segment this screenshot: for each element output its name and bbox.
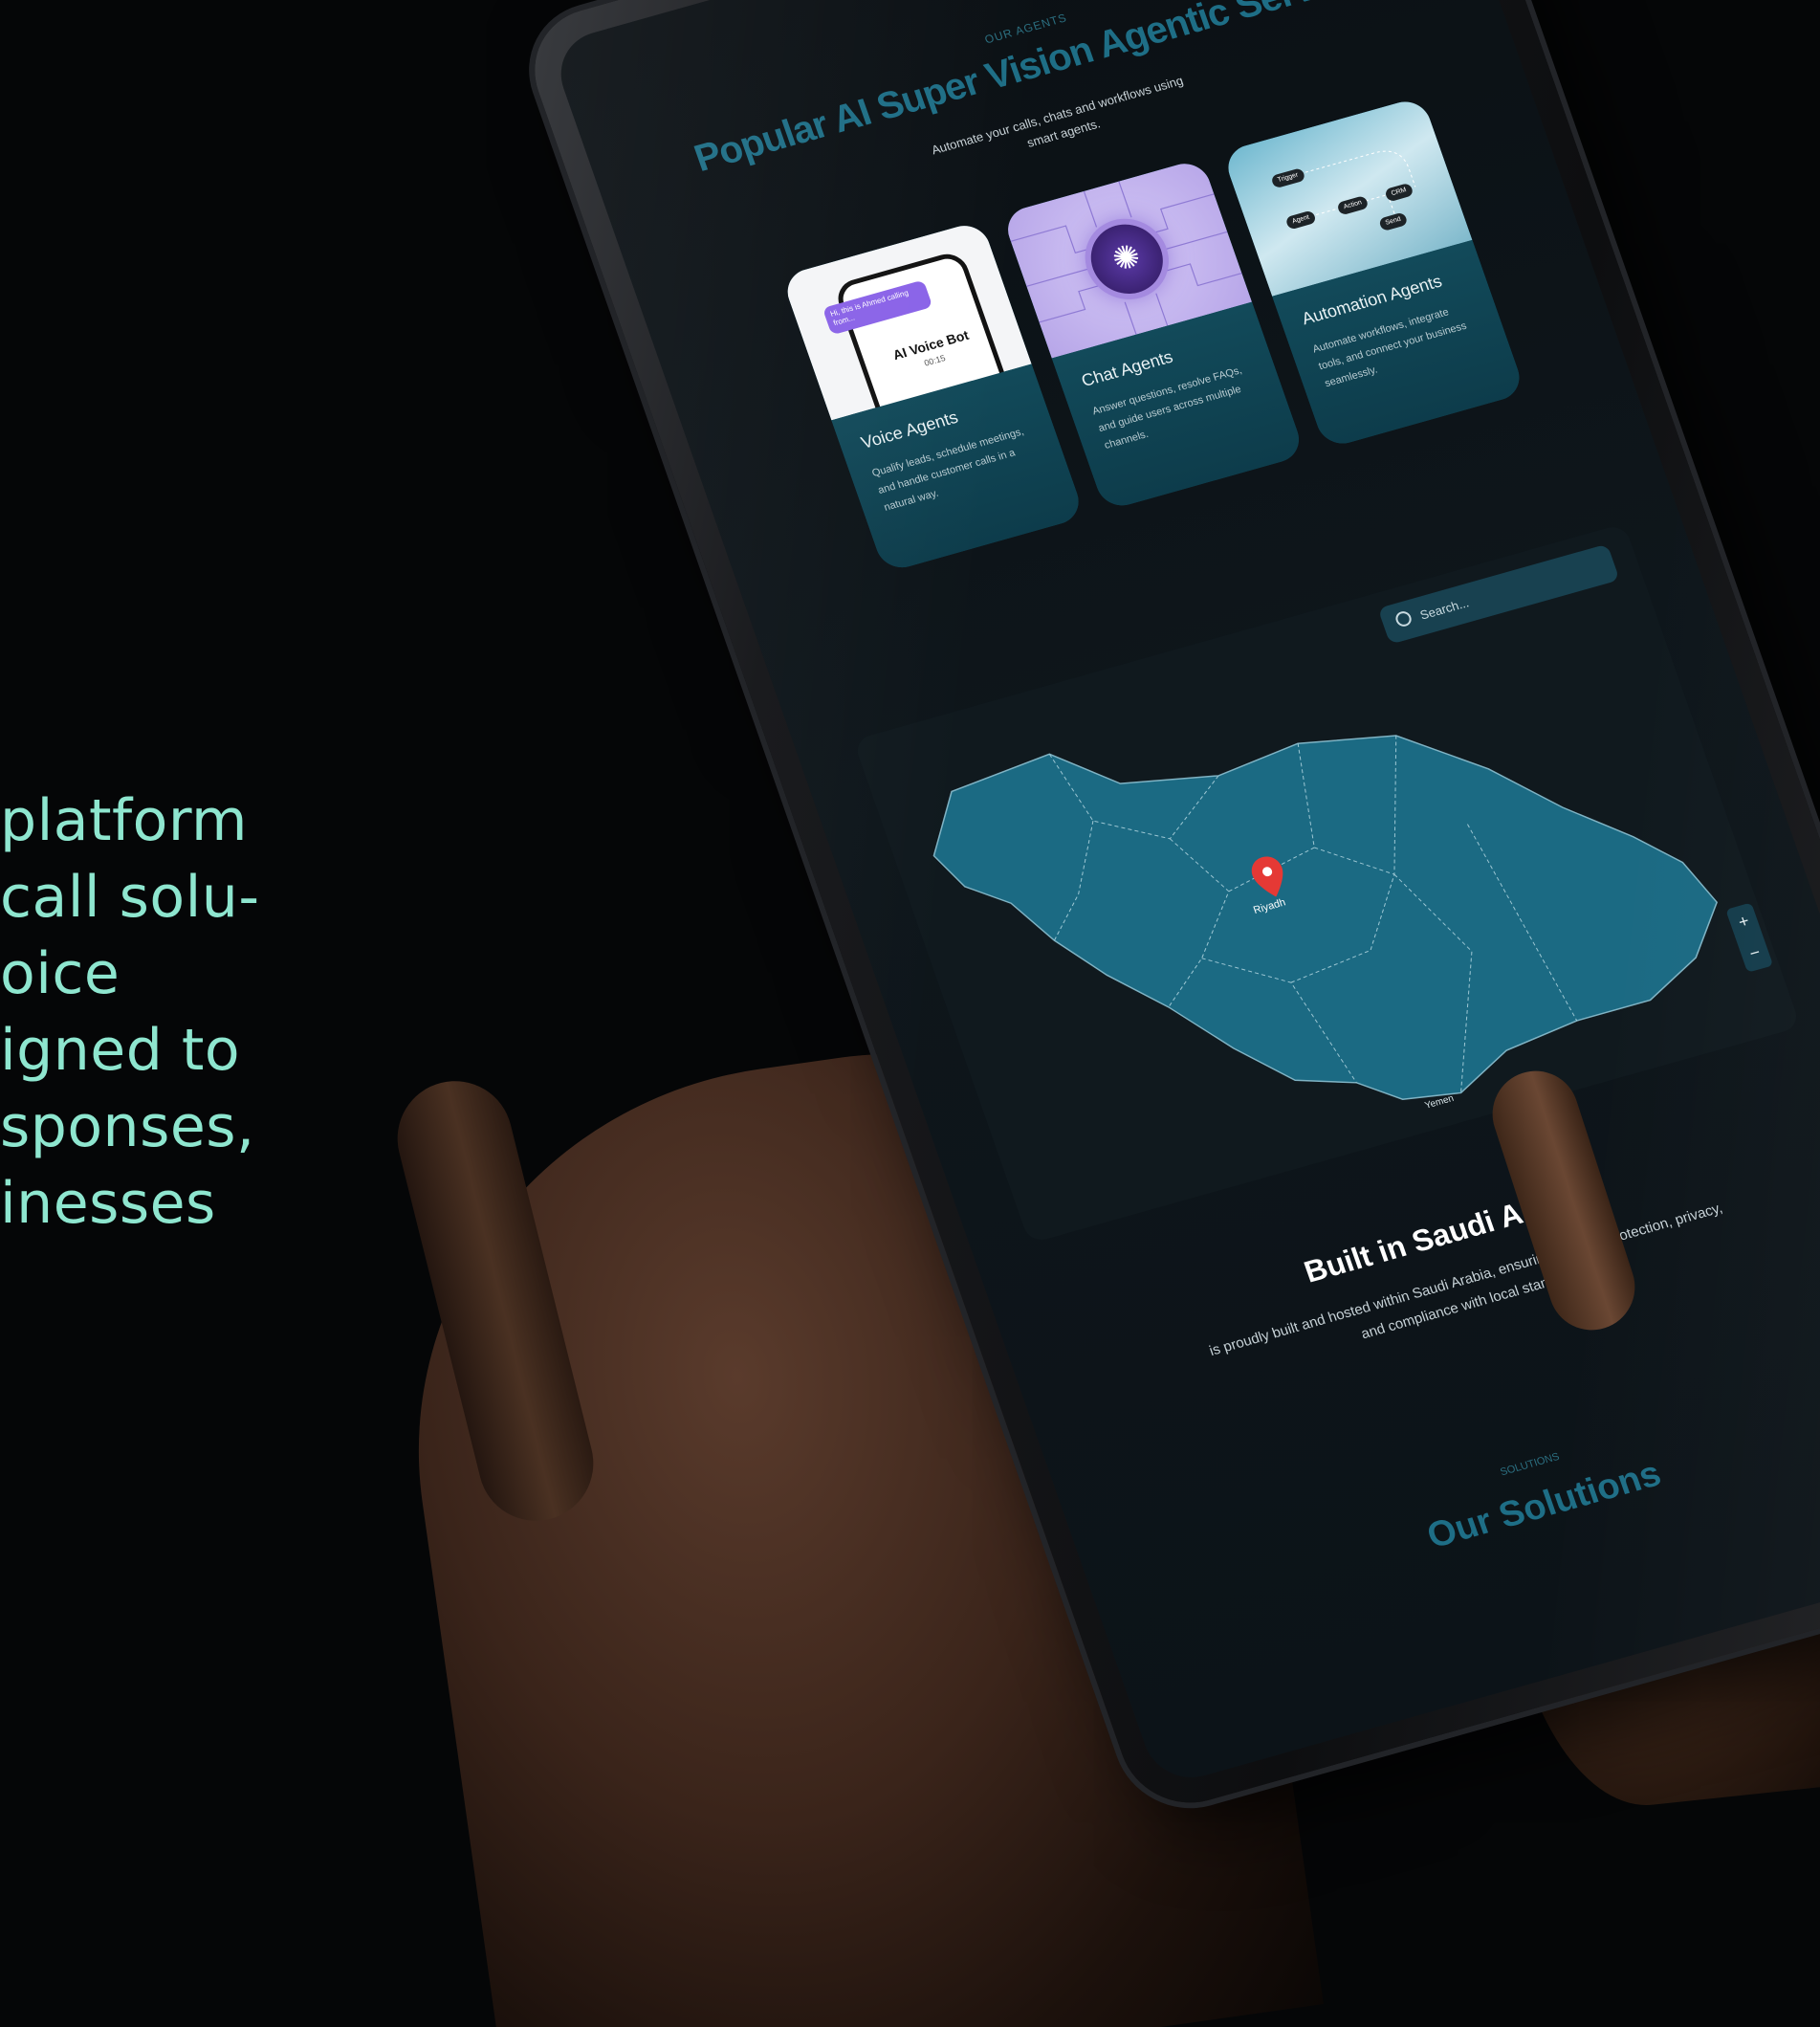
tagline: platform call solu- oice igned to sponse…	[0, 782, 306, 1242]
product-photo-scene: platform call solu- oice igned to sponse…	[0, 0, 1820, 2027]
map-panel[interactable]: Search... Riyadh Yemen + −	[852, 523, 1802, 1245]
tagline-line: oice	[0, 940, 121, 1007]
tagline-line: call solu-	[0, 864, 260, 931]
service-cards: Hi, this is Ahmed calling from... AI Voi…	[780, 96, 1528, 574]
solutions-title: Our Solutions	[1421, 1453, 1667, 1557]
country-shape	[932, 735, 1719, 1100]
search-placeholder: Search...	[1417, 595, 1471, 623]
tagline-line: igned to	[0, 1017, 241, 1084]
tablet-bezel: OUR AGENTS Popular AI Super Vision Agent…	[516, 0, 1820, 1818]
search-icon	[1393, 609, 1414, 628]
saudi-arabia-map[interactable]: Riyadh Yemen	[890, 583, 1776, 1221]
tagline-line: platform	[0, 787, 248, 854]
tagline-line: sponses,	[0, 1093, 255, 1160]
tagline-line: inesses	[0, 1170, 216, 1237]
tablet-screen: OUR AGENTS Popular AI Super Vision Agent…	[548, 0, 1820, 1789]
